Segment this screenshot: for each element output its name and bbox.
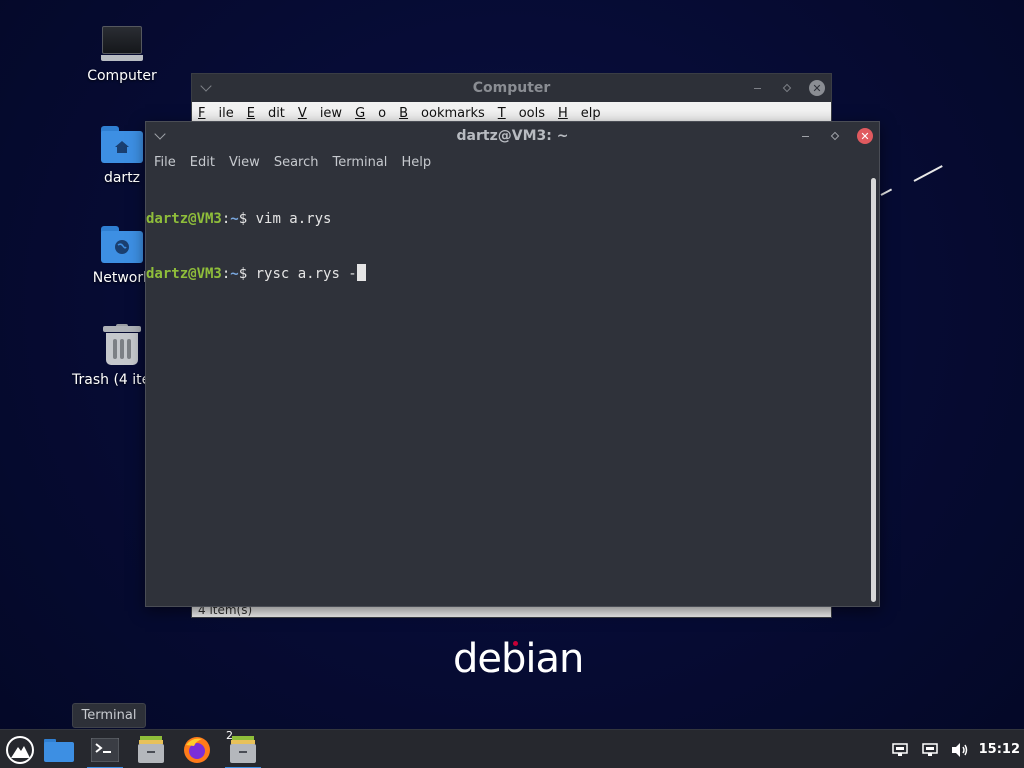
window-count-badge: 2 <box>226 729 233 742</box>
network-icon[interactable] <box>915 730 945 768</box>
prompt-symbol: $ <box>238 211 256 227</box>
archive-icon <box>138 735 164 763</box>
close-button[interactable]: ✕ <box>809 80 825 96</box>
window-menu-icon[interactable] <box>200 80 212 92</box>
debian-launcher-icon <box>6 735 34 764</box>
menu-file[interactable]: File <box>154 155 176 170</box>
desktop-icon-label: Computer <box>87 68 157 84</box>
desktop-icon-computer[interactable]: Computer <box>72 26 172 84</box>
app-menu-button[interactable] <box>0 730 40 768</box>
terminal-line: dartz@VM3:~$ rysc a.rys - <box>146 264 869 283</box>
menu-edit[interactable]: Edit <box>247 106 285 121</box>
maximize-button[interactable] <box>779 80 795 96</box>
terminal-window[interactable]: dartz@VM3: ~ ✕ File Edit View Search Ter… <box>145 121 880 607</box>
debian-logo-dot <box>513 641 518 646</box>
menu-tools[interactable]: Tools <box>498 106 545 121</box>
menu-view[interactable]: View <box>298 106 342 121</box>
scrollbar[interactable] <box>871 178 876 602</box>
text-cursor <box>356 264 366 281</box>
command-input[interactable]: rysc a.rys - <box>256 266 357 282</box>
taskbar-firefox[interactable] <box>177 730 217 768</box>
firefox-icon <box>184 736 210 763</box>
prompt-user: dartz@VM3 <box>146 211 222 227</box>
taskbar-terminal[interactable] <box>85 730 125 768</box>
prompt-path: ~ <box>230 211 239 227</box>
window-menu-icon[interactable] <box>154 128 166 140</box>
taskbar-tooltip: Terminal <box>72 703 146 728</box>
menu-edit[interactable]: Edit <box>190 155 215 170</box>
menu-search[interactable]: Search <box>274 155 319 170</box>
desktop-decoration <box>880 188 893 196</box>
menu-file[interactable]: File <box>198 106 234 121</box>
menu-go[interactable]: Go <box>355 106 386 121</box>
prompt-user: dartz@VM3 <box>146 266 222 282</box>
computer-icon <box>101 26 143 62</box>
prompt-symbol: $ <box>238 266 256 282</box>
network-folder-icon <box>101 226 143 264</box>
system-tray: 15:12 <box>885 730 1024 768</box>
taskbar-window-group[interactable]: 2 <box>223 729 263 768</box>
menu-bookmarks[interactable]: Bookmarks <box>399 106 485 121</box>
menu-terminal[interactable]: Terminal <box>332 155 387 170</box>
maximize-button[interactable] <box>827 128 843 144</box>
folder-icon <box>44 738 74 762</box>
menu-help[interactable]: Help <box>401 155 431 170</box>
terminal-icon <box>91 737 119 762</box>
window-title: Computer <box>472 80 551 96</box>
terminal-line: dartz@VM3:~$ vim a.rys <box>146 210 869 228</box>
prompt-path: ~ <box>230 266 239 282</box>
terminal-output[interactable]: dartz@VM3:~$ vim a.rys dartz@VM3:~$ rysc… <box>146 174 869 606</box>
minimize-button[interactable] <box>749 80 765 96</box>
trash-icon <box>103 324 141 366</box>
archive-icon <box>230 735 256 763</box>
desktop-decoration <box>913 165 943 182</box>
volume-icon[interactable] <box>945 730 975 768</box>
terminal-titlebar[interactable]: dartz@VM3: ~ ✕ <box>146 122 879 150</box>
clock[interactable]: 15:12 <box>979 742 1020 757</box>
window-title: dartz@VM3: ~ <box>456 128 569 144</box>
home-folder-icon <box>101 126 143 164</box>
taskbar-archive-manager[interactable] <box>131 730 171 768</box>
close-button[interactable]: ✕ <box>857 128 873 144</box>
menu-help[interactable]: Help <box>558 106 601 121</box>
menu-view[interactable]: View <box>229 155 260 170</box>
taskbar-file-manager[interactable] <box>39 730 79 768</box>
terminal-menubar: File Edit View Search Terminal Help <box>146 150 879 174</box>
minimize-button[interactable] <box>797 128 813 144</box>
network-icon[interactable] <box>885 730 915 768</box>
taskbar: 2 15:12 <box>0 729 1024 768</box>
command-text: vim a.rys <box>255 211 332 227</box>
file-manager-titlebar[interactable]: Computer ✕ <box>192 74 831 102</box>
